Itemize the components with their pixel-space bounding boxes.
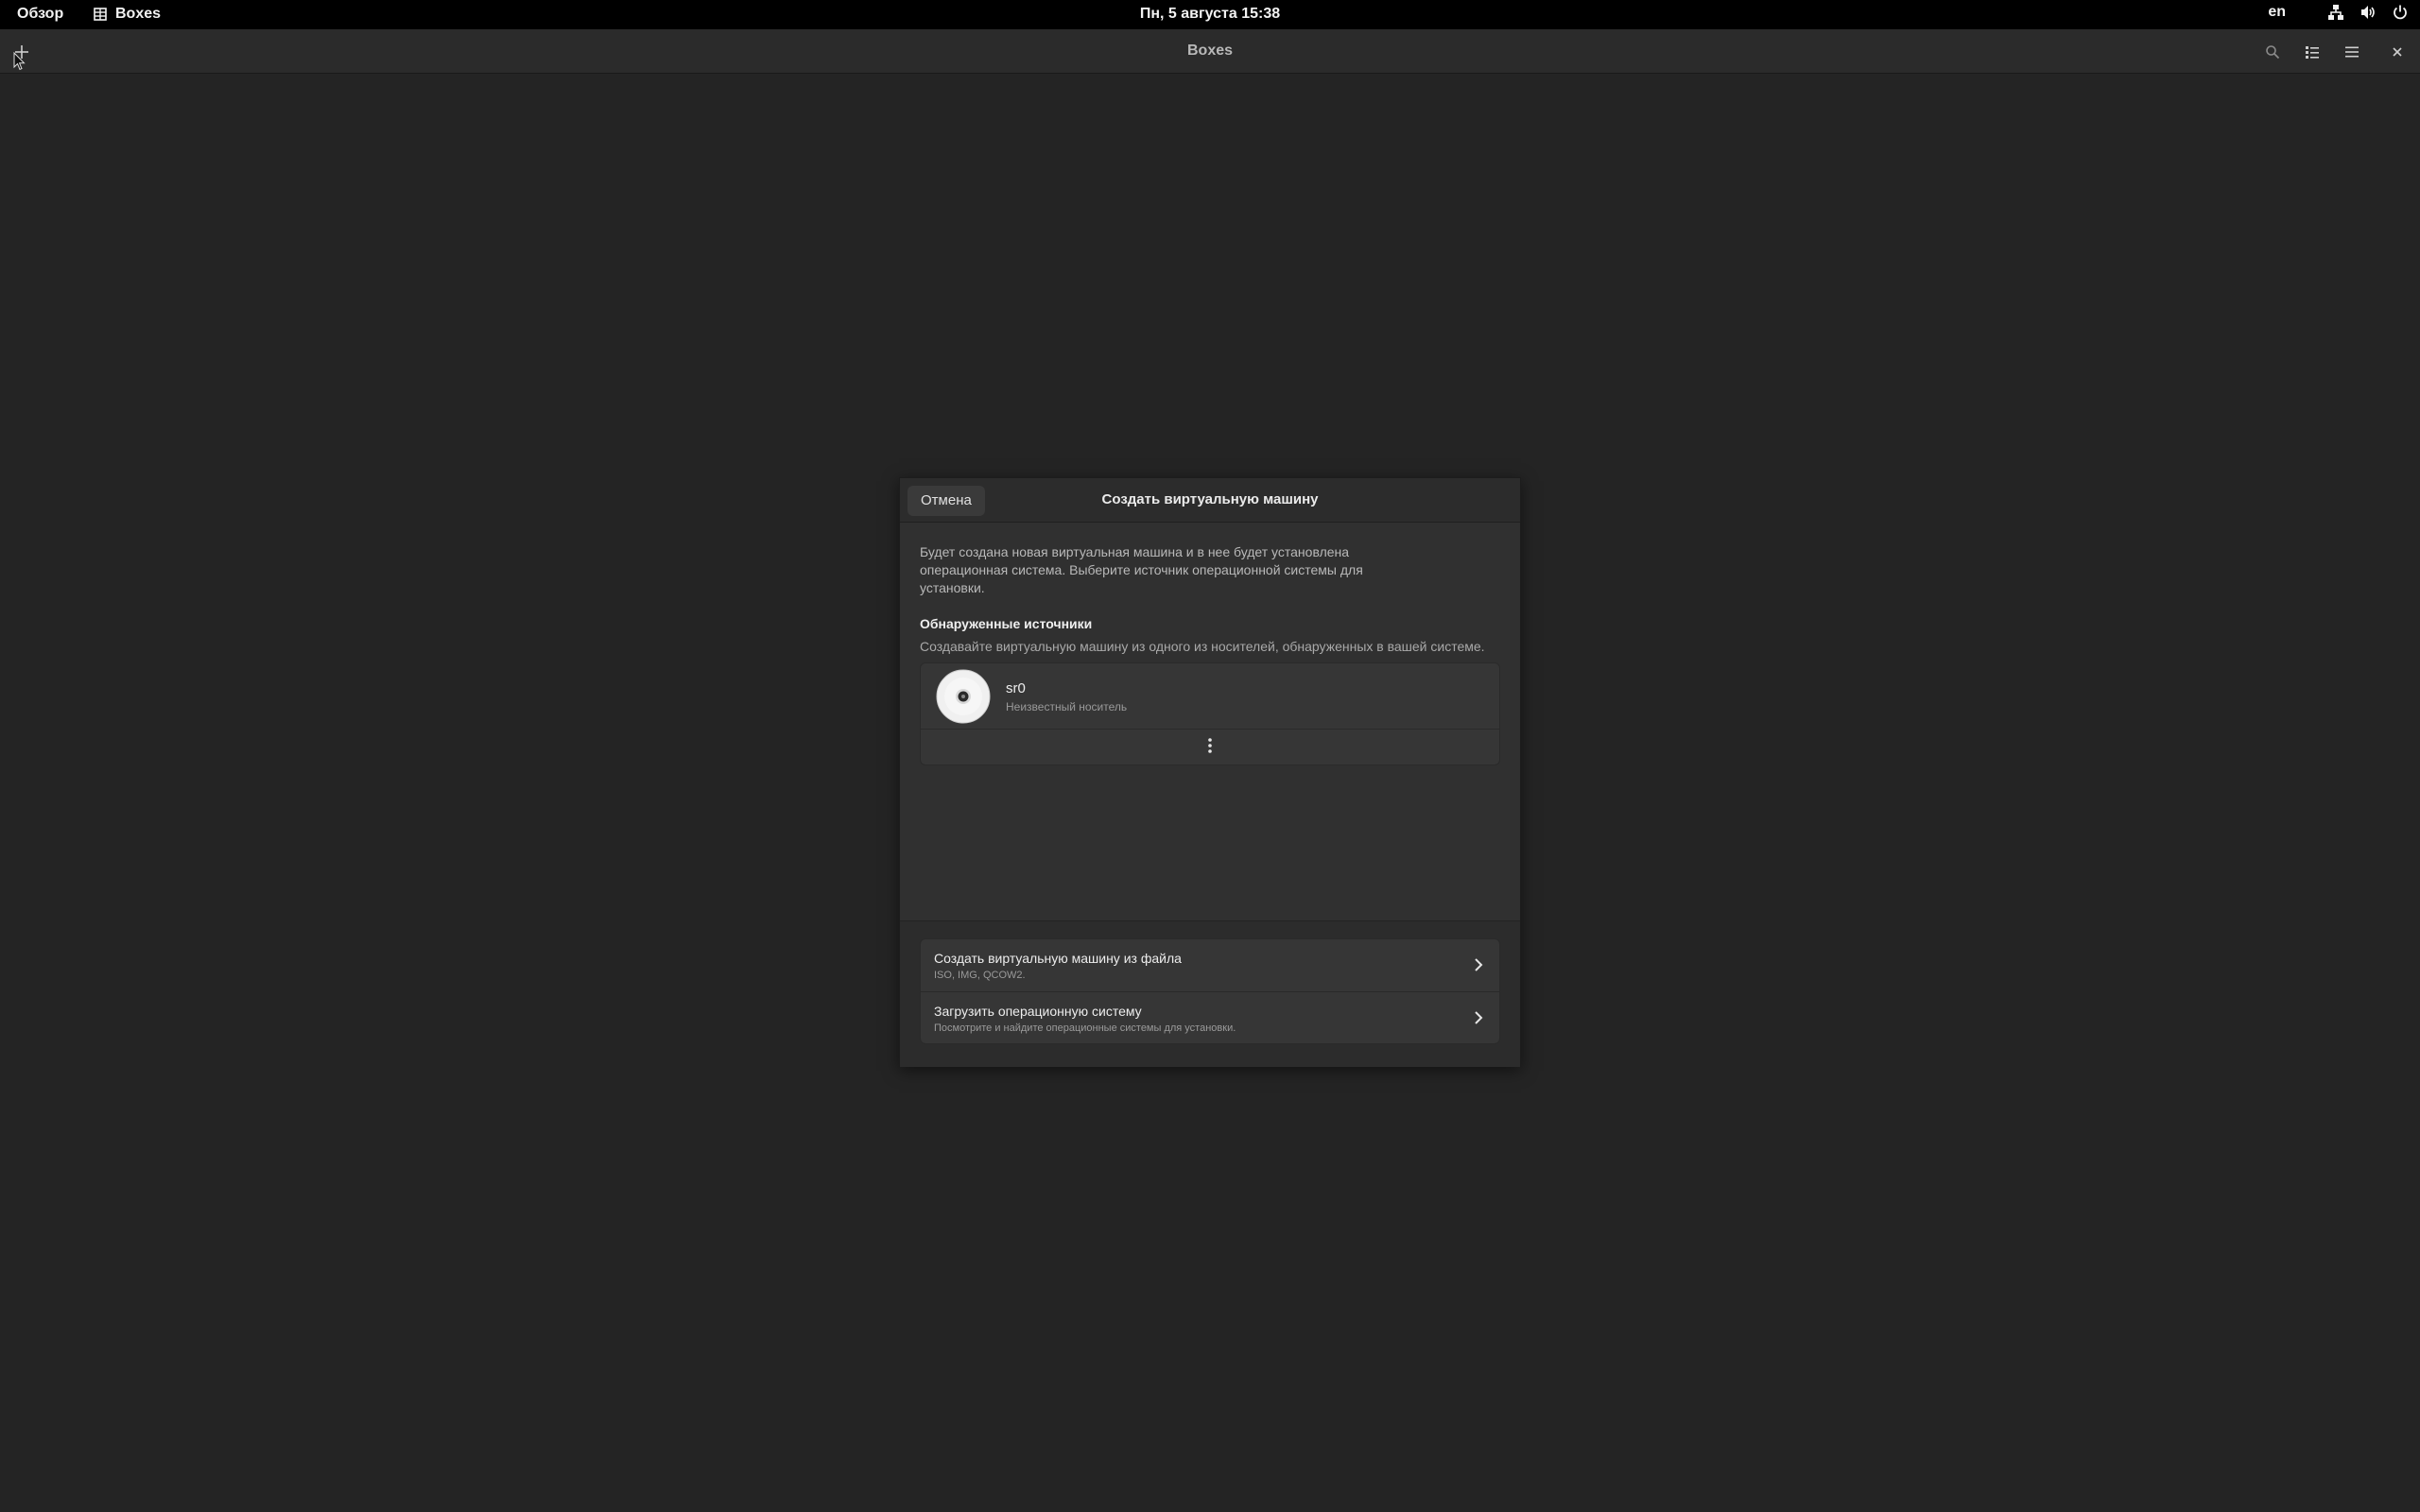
download-os-row[interactable]: Загрузить операционную систему Посмотрит… (921, 992, 1499, 1045)
window-header-bar: Boxes (0, 29, 2420, 74)
dialog-footer: Создать виртуальную машину из файла ISO,… (900, 920, 1520, 1067)
window-title: Boxes (1186, 43, 1234, 59)
clock[interactable]: Пн, 5 августа 15:38 (0, 6, 2420, 23)
network-wired-icon[interactable] (2327, 4, 2344, 21)
option-title: Создать виртуальную машину из файла (934, 951, 1182, 966)
option-title: Загрузить операционную систему (934, 1004, 1142, 1019)
option-subtitle: Посмотрите и найдите операционные систем… (934, 1022, 1236, 1034)
dialog-header: Отмена Создать виртуальную машину (900, 478, 1520, 523)
optical-disc-icon (936, 669, 991, 729)
dialog-title: Создать виртуальную машину (1101, 491, 1319, 507)
list-view-icon (2305, 44, 2320, 60)
close-icon (2392, 46, 2403, 58)
media-name: sr0 (1006, 680, 1026, 696)
show-more-media-button[interactable] (921, 730, 1499, 766)
chevron-right-icon (1473, 956, 1484, 978)
system-tray[interactable]: en (2268, 4, 2409, 21)
mouse-pointer-icon (13, 51, 26, 76)
more-vertical-icon (1207, 737, 1213, 759)
source-options-list: Создать виртуальную машину из файла ISO,… (920, 938, 1500, 1044)
create-vm-dialog: Отмена Создать виртуальную машину Будет … (899, 477, 1521, 1067)
volume-icon[interactable] (2360, 4, 2377, 21)
hamburger-menu-icon (2344, 44, 2360, 60)
power-icon[interactable] (2392, 4, 2409, 21)
keyboard-layout-indicator[interactable]: en (2268, 4, 2286, 21)
search-icon (2265, 44, 2280, 60)
media-description: Неизвестный носитель (1006, 700, 1128, 713)
media-item-sr0[interactable]: sr0 Неизвестный носитель (921, 663, 1499, 730)
top-bar: Обзор Boxes Пн, 5 августа 15:38 en (0, 0, 2420, 29)
intro-text: Будет создана новая виртуальная машина и… (920, 544, 1363, 595)
window-close-button[interactable] (2383, 38, 2411, 66)
search-button[interactable] (2258, 38, 2287, 66)
create-from-file-row[interactable]: Создать виртуальную машину из файла ISO,… (921, 939, 1499, 992)
chevron-right-icon (1473, 1009, 1484, 1031)
detected-media-list: sr0 Неизвестный носитель (920, 662, 1500, 765)
main-menu-button[interactable] (2338, 38, 2366, 66)
view-toggle-button[interactable] (2298, 38, 2326, 66)
detected-sources-subtitle: Создавайте виртуальную машину из одного … (920, 639, 1485, 654)
option-subtitle: ISO, IMG, QCOW2. (934, 970, 1026, 981)
detected-sources-title: Обнаруженные источники (920, 616, 1093, 631)
